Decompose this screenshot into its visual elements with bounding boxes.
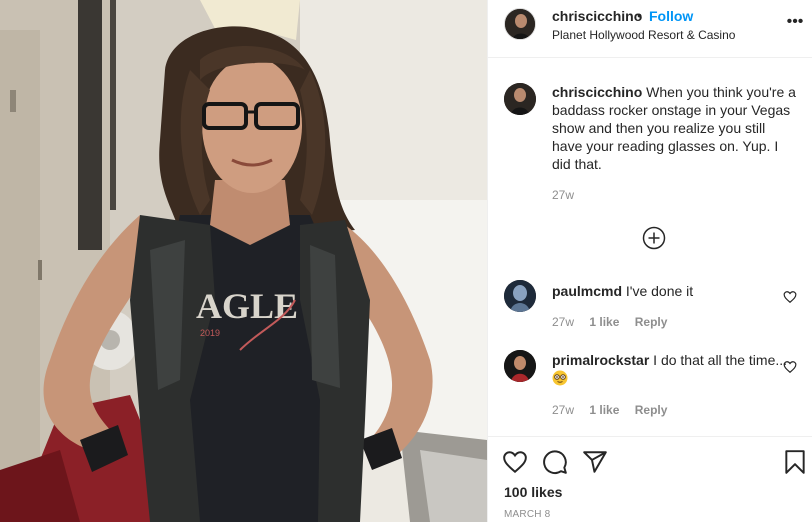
post-header: chriscicchino • Follow Planet Hollywood … <box>488 0 812 58</box>
comment-username[interactable]: paulmcmd <box>552 283 622 299</box>
heart-icon[interactable] <box>783 360 797 374</box>
avatar-image <box>504 83 536 115</box>
reply-button[interactable]: Reply <box>635 403 668 417</box>
shirt-year: 2019 <box>200 328 220 338</box>
separator-dot: • <box>637 7 642 23</box>
comment-time[interactable]: 27w <box>552 315 574 329</box>
avatar-image <box>504 280 536 312</box>
likes-count[interactable]: 100 likes <box>504 484 562 500</box>
comment-likes[interactable]: 1 like <box>589 315 619 329</box>
comment-bubble-icon[interactable] <box>542 449 568 475</box>
post-actions: 100 likes MARCH 8 <box>488 436 812 522</box>
comment-time[interactable]: 27w <box>552 403 574 417</box>
plus-circle-icon[interactable] <box>642 226 666 250</box>
header-username[interactable]: chriscicchino <box>552 8 642 24</box>
caption-meta: 27w <box>552 188 586 202</box>
comment-meta: 27w 1 like Reply <box>552 403 679 417</box>
paper-plane-icon[interactable] <box>582 449 608 475</box>
post-side-panel: chriscicchino • Follow Planet Hollywood … <box>487 0 812 522</box>
post-image: AGLE 2019 <box>0 0 487 522</box>
follow-button[interactable]: Follow <box>649 8 693 24</box>
face-with-glasses-emoji-icon <box>552 370 568 386</box>
comment-text: paulmcmd I've done it <box>552 282 798 300</box>
location-link[interactable]: Planet Hollywood Resort & Casino <box>552 28 735 42</box>
heart-icon[interactable] <box>783 290 797 304</box>
comment-body: I've done it <box>625 283 694 299</box>
caption-text: chriscicchino When you think you're a ba… <box>552 83 798 173</box>
comment-avatar[interactable] <box>504 350 536 382</box>
comment-meta: 27w 1 like Reply <box>552 315 679 329</box>
comment-text: primalrockstar I do that all the time... <box>552 351 798 387</box>
comment-likes[interactable]: 1 like <box>589 403 619 417</box>
comments-section: chriscicchino When you think you're a ba… <box>488 58 812 436</box>
comment-username[interactable]: primalrockstar <box>552 352 649 368</box>
caption-username[interactable]: chriscicchino <box>552 84 642 100</box>
avatar-image <box>504 350 536 382</box>
more-options-icon[interactable]: ••• <box>785 14 805 34</box>
post-date[interactable]: MARCH 8 <box>504 509 550 520</box>
caption-time[interactable]: 27w <box>552 188 574 202</box>
avatar-image <box>505 9 535 39</box>
caption-avatar[interactable] <box>504 83 536 115</box>
shirt-text: AGLE <box>196 286 298 326</box>
comment-avatar[interactable] <box>504 280 536 312</box>
post-photo[interactable]: AGLE 2019 <box>0 0 487 522</box>
bookmark-icon[interactable] <box>782 449 808 475</box>
user-avatar[interactable] <box>504 8 536 40</box>
comment-body: I do that all the time... <box>653 352 788 368</box>
heart-icon[interactable] <box>502 449 528 475</box>
reply-button[interactable]: Reply <box>635 315 668 329</box>
